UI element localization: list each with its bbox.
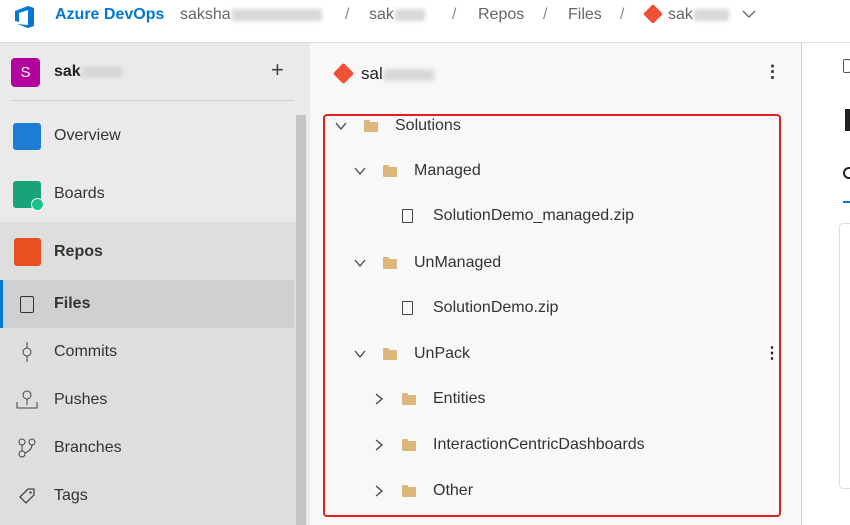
project-title[interactable]: sak (54, 63, 122, 81)
divider (11, 100, 294, 101)
sidebar-item-overview[interactable]: Overview (0, 112, 294, 160)
chevron-down-icon[interactable] (742, 9, 756, 19)
separator: / (452, 6, 457, 23)
sidebar-item-label: Repos (54, 243, 103, 260)
repo-name: sal (361, 64, 383, 83)
tag-icon (19, 488, 35, 504)
separator: / (345, 6, 350, 23)
highlight-box (323, 114, 781, 517)
files-icon (20, 295, 34, 313)
sidebar-item-commits[interactable]: Commits (0, 328, 294, 376)
sidebar-item-label: Tags (54, 487, 88, 504)
details-panel (803, 43, 850, 525)
sidebar-item-tags[interactable]: Tags (0, 472, 294, 520)
sidebar-item-label: Pushes (54, 391, 108, 408)
sidebar-item-label: Branches (54, 439, 122, 456)
sidebar-item-label: Commits (54, 343, 118, 360)
project-name: sak (369, 6, 394, 23)
brand-link[interactable]: Azure DevOps (55, 6, 164, 24)
separator: / (543, 6, 548, 23)
org-name: saksha (180, 6, 231, 23)
more-options-button[interactable]: ⋮ (764, 62, 781, 82)
card (839, 223, 850, 489)
redacted (693, 8, 729, 21)
sidebar-item-label: Files (54, 295, 91, 312)
breadcrumb-repos[interactable]: Repos (478, 6, 524, 24)
project-avatar: S (11, 58, 40, 87)
heading-fragment (845, 109, 850, 131)
sidebar-item-branches[interactable]: Branches (0, 424, 294, 472)
sidebar-scrollbar[interactable] (296, 115, 306, 525)
boards-icon (13, 180, 44, 211)
top-bar: Azure DevOps saksha / sak / Repos / File… (0, 0, 850, 43)
sidebar-item-repos[interactable]: Repos (0, 228, 294, 276)
repo-title[interactable]: sal (361, 64, 434, 84)
breadcrumb-files[interactable]: Files (568, 6, 602, 24)
sidebar-item-boards[interactable]: Boards (0, 170, 294, 218)
redacted (383, 68, 434, 81)
project-name: sak (54, 63, 81, 80)
sidebar-item-label: Boards (54, 185, 105, 202)
redacted (394, 8, 425, 21)
repo-name: sak (668, 6, 693, 23)
branch-icon (18, 438, 36, 458)
breadcrumb-project[interactable]: sak (369, 6, 425, 24)
add-button[interactable]: + (271, 57, 284, 83)
breadcrumb-org[interactable]: saksha (180, 6, 322, 24)
sidebar-item-files[interactable]: Files (0, 280, 294, 328)
separator: / (620, 6, 625, 23)
redacted (81, 65, 122, 78)
sidebar-item-label: Overview (54, 127, 121, 144)
azure-devops-logo-icon[interactable] (12, 4, 38, 30)
git-repo-icon (643, 4, 663, 24)
tab-fragment[interactable] (843, 167, 850, 179)
overview-icon (13, 122, 41, 150)
commit-icon (22, 342, 32, 362)
repos-icon (13, 238, 41, 266)
sidebar-item-pushes[interactable]: Pushes (0, 376, 294, 424)
push-icon (16, 390, 38, 409)
tab-underline (843, 201, 850, 203)
breadcrumb-repo[interactable]: sak (668, 6, 729, 24)
redacted (231, 8, 322, 21)
branch-icon[interactable] (843, 59, 850, 73)
